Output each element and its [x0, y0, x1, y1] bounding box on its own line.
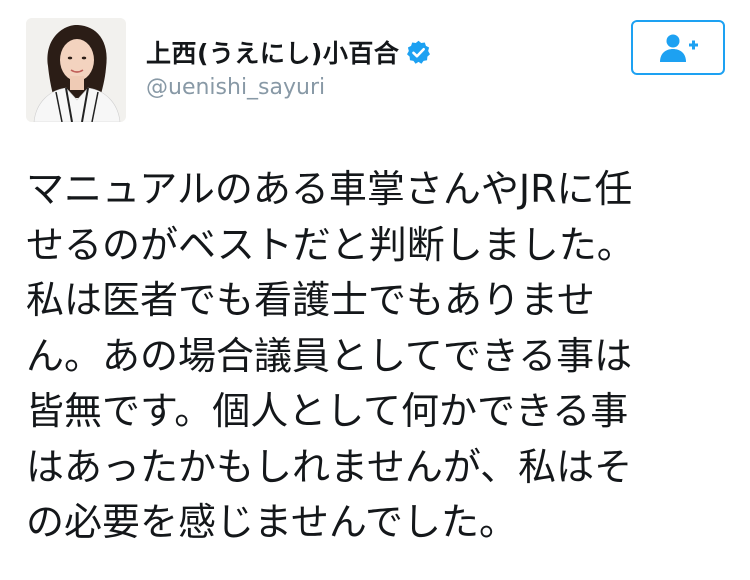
tweet-line: 私は医者でも看護士でもありませ: [26, 278, 595, 322]
name-row: 上西(うえにし)小百合: [146, 34, 432, 70]
username-handle[interactable]: @uenishi_sayuri: [146, 75, 325, 100]
verified-badge-icon: [405, 39, 432, 66]
tweet-line: ん。あの場合議員としてできる事は: [26, 333, 633, 378]
tweet-line: の必要を感じませんでした。: [26, 500, 517, 544]
tweet-line: はあったかもしれませんが、私はそ: [26, 444, 633, 489]
follow-button[interactable]: [631, 20, 725, 75]
add-user-icon: [660, 34, 698, 62]
tweet-text: マニュアルのある車掌さんやJRに任 せるのがベストだと判断しました。 私は医者で…: [26, 162, 726, 551]
profile-photo: [26, 18, 126, 122]
tweet-line: せるのがベストだと判断しました。: [26, 222, 635, 267]
tweet-header: 上西(うえにし)小百合 @uenishi_sayuri: [0, 0, 750, 135]
display-name[interactable]: 上西(うえにし)小百合: [146, 34, 399, 70]
avatar[interactable]: [26, 18, 126, 122]
tweet-line: 皆無です。個人として何かできる事: [26, 389, 629, 433]
tweet-line: マニュアルのある車掌さんやJRに任: [26, 167, 633, 211]
